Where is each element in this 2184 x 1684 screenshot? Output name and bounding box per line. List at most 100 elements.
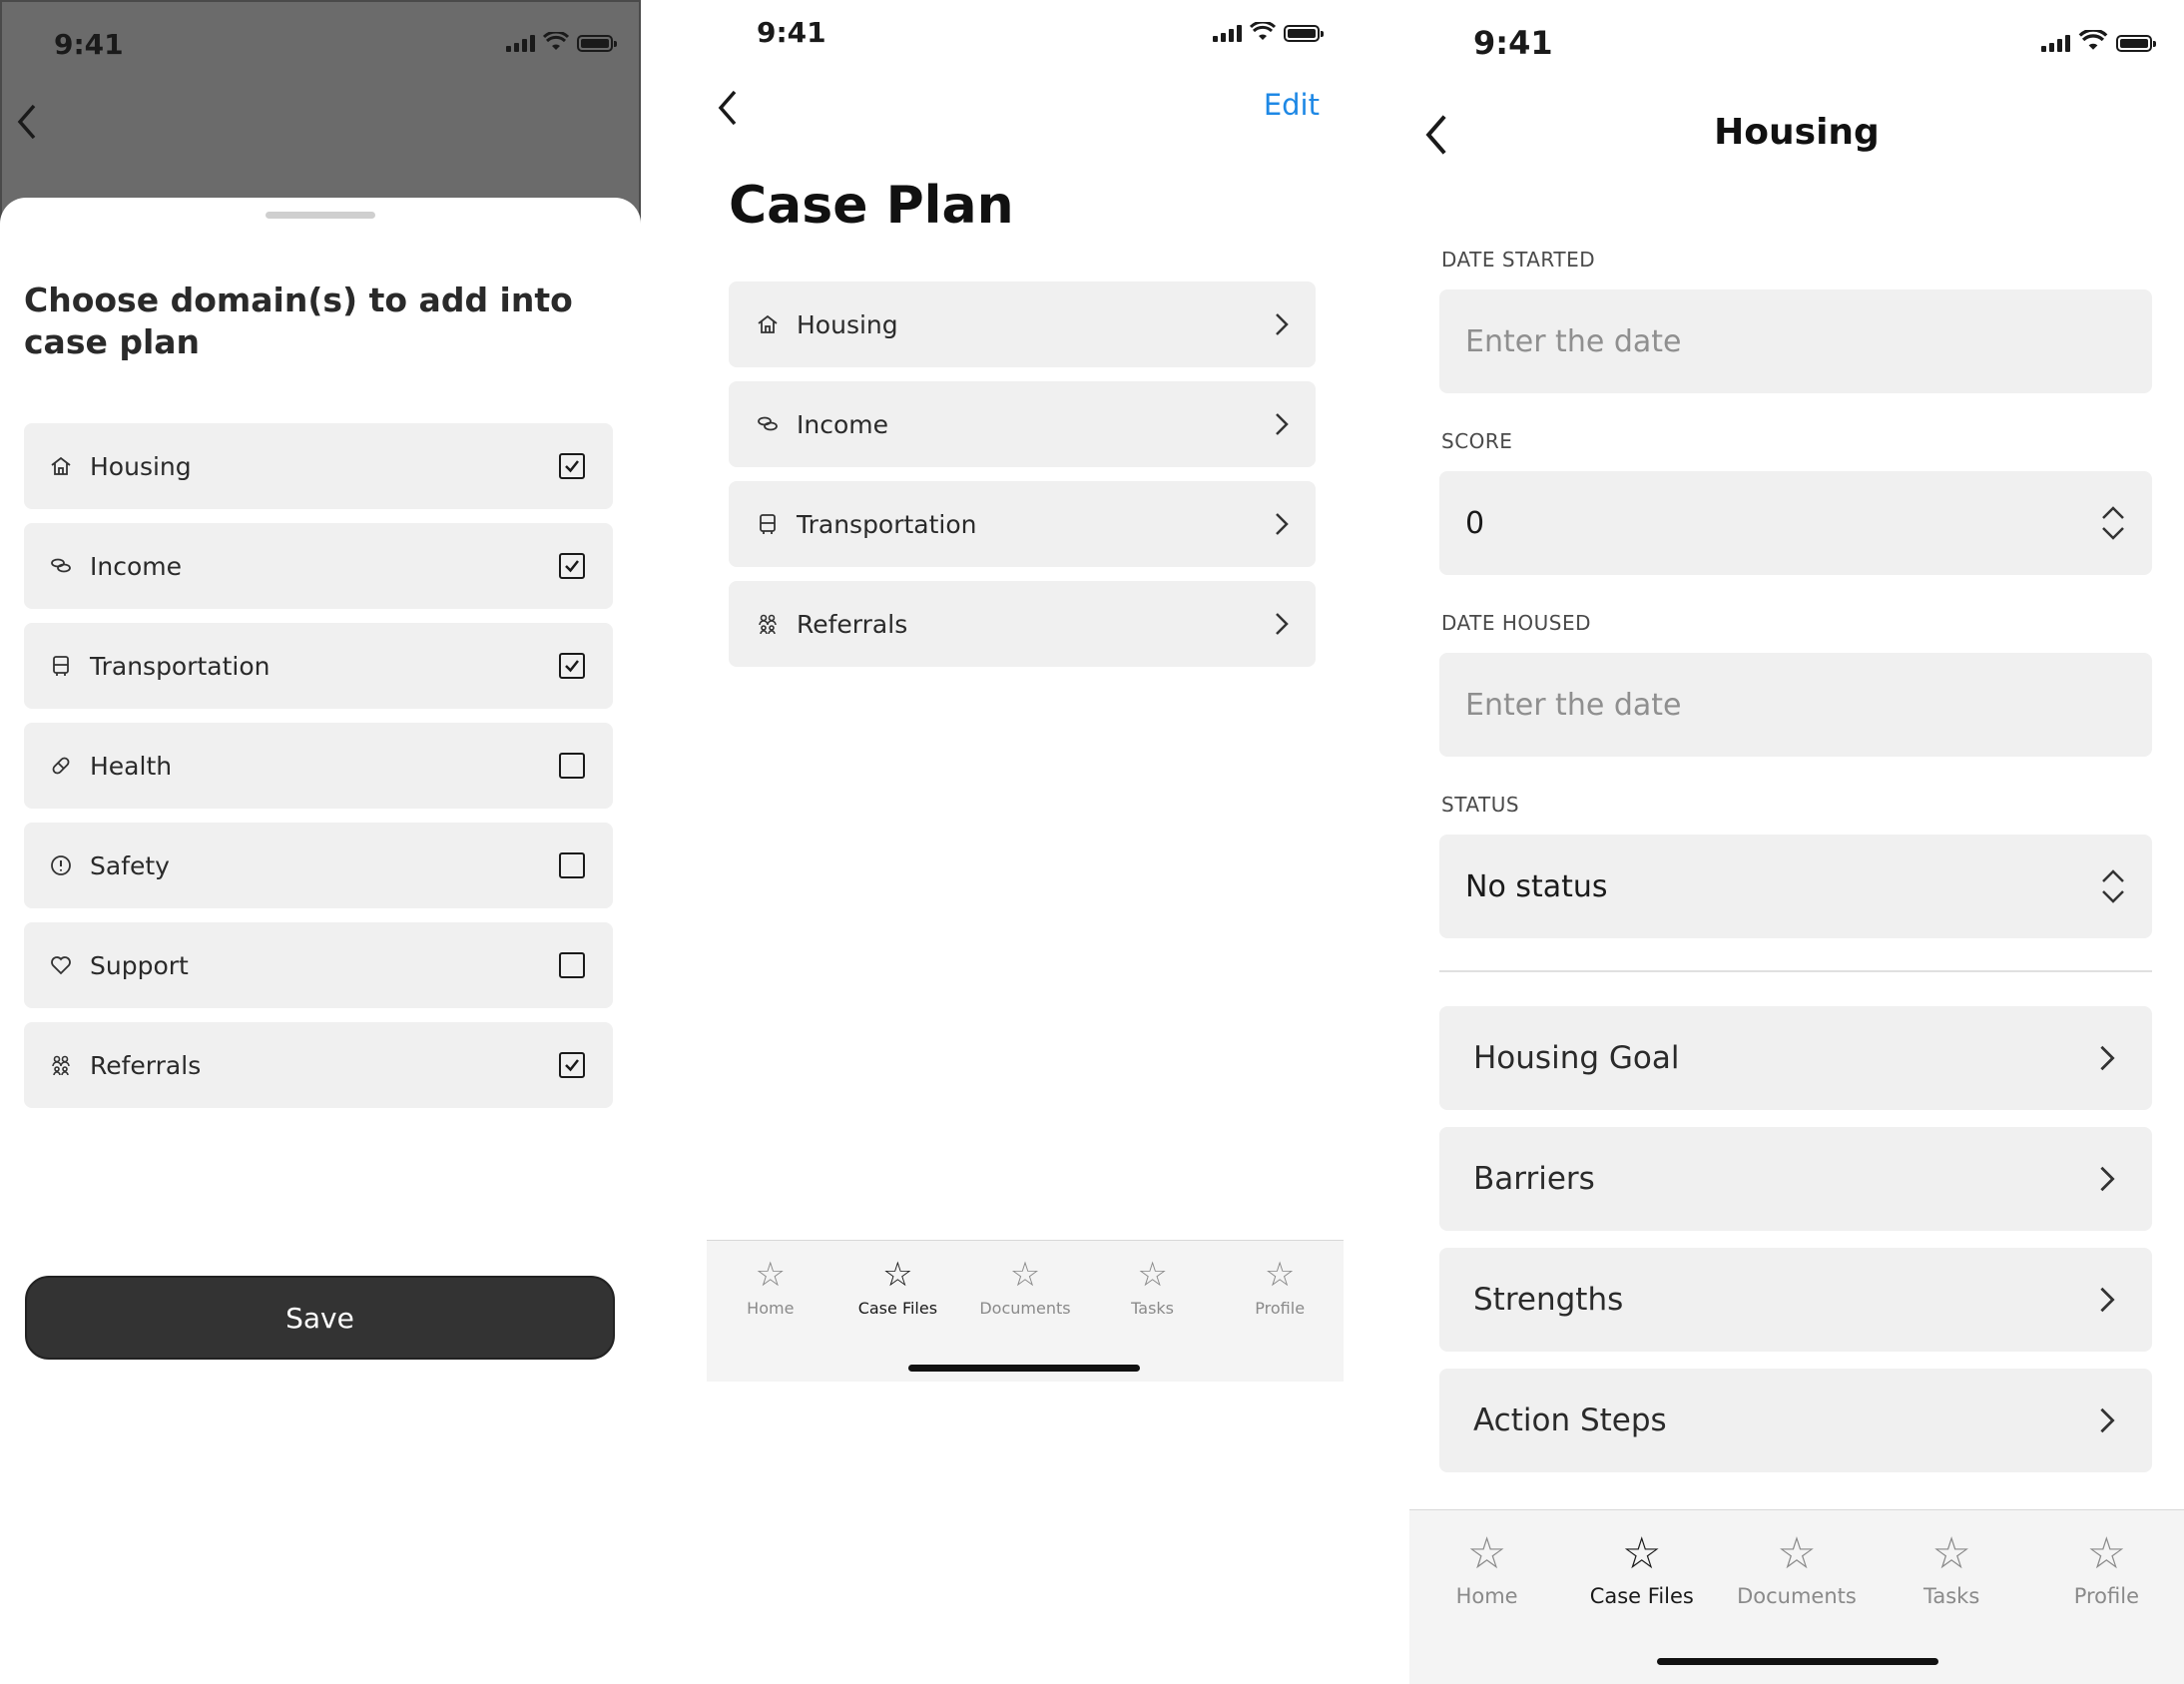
checkbox-unchecked[interactable] xyxy=(559,753,585,779)
star-icon: ☆ xyxy=(1777,1528,1817,1579)
bus-icon xyxy=(755,511,781,537)
date-started-placeholder: Enter the date xyxy=(1465,323,1682,359)
heart-icon xyxy=(48,952,74,978)
tab-case-files[interactable]: ☆ Case Files xyxy=(1582,1528,1702,1608)
domain-row-health[interactable]: Health xyxy=(24,723,613,809)
tab-home[interactable]: ☆ Home xyxy=(1427,1528,1547,1608)
tab-label: Home xyxy=(1455,1584,1518,1608)
back-chevron-icon xyxy=(14,102,40,148)
date-housed-placeholder: Enter the date xyxy=(1465,687,1682,723)
chevron-up-icon xyxy=(2102,869,2124,882)
domain-row-transportation[interactable]: Transportation xyxy=(24,623,613,709)
tab-documents[interactable]: ☆ Documents xyxy=(965,1255,1085,1318)
date-housed-label: DATE HOUSED xyxy=(1441,611,1592,635)
tab-label: Case Files xyxy=(857,1299,938,1318)
alert-circle-icon xyxy=(48,852,74,878)
chevron-up-icon[interactable] xyxy=(2100,505,2126,521)
housing-detail-screen: 9:41 Housing DATE STARTED Enter the date… xyxy=(1409,0,2184,1684)
domain-label: Support xyxy=(90,950,189,980)
chevron-right-icon xyxy=(2100,1045,2115,1071)
tab-label: Documents xyxy=(979,1299,1071,1318)
chevron-right-icon xyxy=(1276,613,1289,635)
tab-tasks[interactable]: ☆ Tasks xyxy=(1093,1255,1213,1318)
cellular-signal-icon xyxy=(1213,24,1242,42)
score-stepper[interactable]: 0 xyxy=(1439,471,2152,575)
tab-profile[interactable]: ☆ Profile xyxy=(2046,1528,2166,1608)
status-time: 9:41 xyxy=(54,28,124,61)
section-label: Strengths xyxy=(1473,1282,1624,1318)
section-action-steps[interactable]: Action Steps xyxy=(1439,1369,2152,1472)
home-indicator[interactable] xyxy=(1657,1658,1938,1665)
tab-label: Documents xyxy=(1737,1584,1857,1608)
case-plan-item-label: Income xyxy=(797,409,888,439)
section-label: Action Steps xyxy=(1473,1403,1667,1438)
checkbox-checked[interactable] xyxy=(559,453,585,479)
chevron-down-icon[interactable] xyxy=(2100,525,2126,541)
back-button[interactable] xyxy=(713,88,741,136)
star-icon: ☆ xyxy=(1466,1528,1507,1579)
checkbox-unchecked[interactable] xyxy=(559,852,585,878)
domain-row-referrals[interactable]: Referrals xyxy=(24,1022,613,1108)
case-plan-item-label: Transportation xyxy=(797,509,977,539)
chevron-right-icon xyxy=(1276,413,1289,435)
checkbox-checked[interactable] xyxy=(559,1052,585,1078)
chevron-down-icon xyxy=(2102,890,2124,903)
section-housing-goal[interactable]: Housing Goal xyxy=(1439,1006,2152,1110)
checkbox-unchecked[interactable] xyxy=(559,952,585,978)
page-title: Case Plan xyxy=(729,176,1014,236)
save-button[interactable]: Save xyxy=(25,1276,615,1360)
tab-documents[interactable]: ☆ Documents xyxy=(1737,1528,1857,1608)
section-label: Housing Goal xyxy=(1473,1040,1680,1076)
section-divider xyxy=(1439,970,2152,972)
star-icon: ☆ xyxy=(1931,1528,1971,1579)
cellular-signal-icon xyxy=(2041,34,2070,52)
stepper-controls[interactable] xyxy=(2100,505,2126,541)
domain-row-support[interactable]: Support xyxy=(24,922,613,1008)
checkbox-checked[interactable] xyxy=(559,653,585,679)
domain-label: Housing xyxy=(90,451,192,481)
status-time: 9:41 xyxy=(1473,24,1553,62)
case-plan-item-housing[interactable]: Housing xyxy=(729,281,1316,367)
case-plan-item-income[interactable]: Income xyxy=(729,381,1316,467)
domain-list: Housing Income Transportation Health Saf xyxy=(24,423,613,1122)
select-arrows[interactable] xyxy=(2100,868,2126,904)
case-plan-item-referrals[interactable]: Referrals xyxy=(729,581,1316,667)
status-icons xyxy=(2041,30,2156,52)
date-started-field[interactable]: Enter the date xyxy=(1439,289,2152,393)
date-started-label: DATE STARTED xyxy=(1441,248,1596,272)
status-label: STATUS xyxy=(1441,793,1520,817)
tab-label: Profile xyxy=(1255,1299,1306,1318)
tab-profile[interactable]: ☆ Profile xyxy=(1220,1255,1340,1318)
domain-row-housing[interactable]: Housing xyxy=(24,423,613,509)
chevron-right-icon xyxy=(2100,1287,2115,1313)
chevron-right-icon xyxy=(2100,1166,2115,1192)
edit-button[interactable]: Edit xyxy=(1264,88,1320,122)
domain-label: Health xyxy=(90,751,173,781)
sheet-grabber[interactable] xyxy=(266,212,375,219)
cellular-signal-icon xyxy=(506,34,535,52)
people-icon xyxy=(755,611,781,637)
star-icon: ☆ xyxy=(2086,1528,2127,1579)
tab-label: Home xyxy=(747,1299,795,1318)
dimmed-background[interactable]: 9:41 xyxy=(0,0,641,230)
date-housed-field[interactable]: Enter the date xyxy=(1439,653,2152,757)
domain-row-safety[interactable]: Safety xyxy=(24,823,613,908)
status-icons xyxy=(1213,22,1324,42)
home-indicator[interactable] xyxy=(908,1365,1140,1372)
section-barriers[interactable]: Barriers xyxy=(1439,1127,2152,1231)
coins-icon xyxy=(48,553,74,579)
tab-label: Case Files xyxy=(1589,1584,1694,1608)
status-icons xyxy=(506,32,617,52)
checkbox-checked[interactable] xyxy=(559,553,585,579)
tab-case-files[interactable]: ☆ Case Files xyxy=(837,1255,957,1318)
case-plan-item-transportation[interactable]: Transportation xyxy=(729,481,1316,567)
sheet-title: Choose domain(s) to add into case plan xyxy=(24,281,573,361)
tab-home[interactable]: ☆ Home xyxy=(711,1255,830,1318)
domain-label: Transportation xyxy=(90,651,271,681)
domain-row-income[interactable]: Income xyxy=(24,523,613,609)
tab-label: Profile xyxy=(2073,1584,2139,1608)
tab-tasks[interactable]: ☆ Tasks xyxy=(1892,1528,2011,1608)
status-select[interactable]: No status xyxy=(1439,835,2152,938)
section-strengths[interactable]: Strengths xyxy=(1439,1248,2152,1352)
star-icon: ☆ xyxy=(1137,1255,1168,1295)
